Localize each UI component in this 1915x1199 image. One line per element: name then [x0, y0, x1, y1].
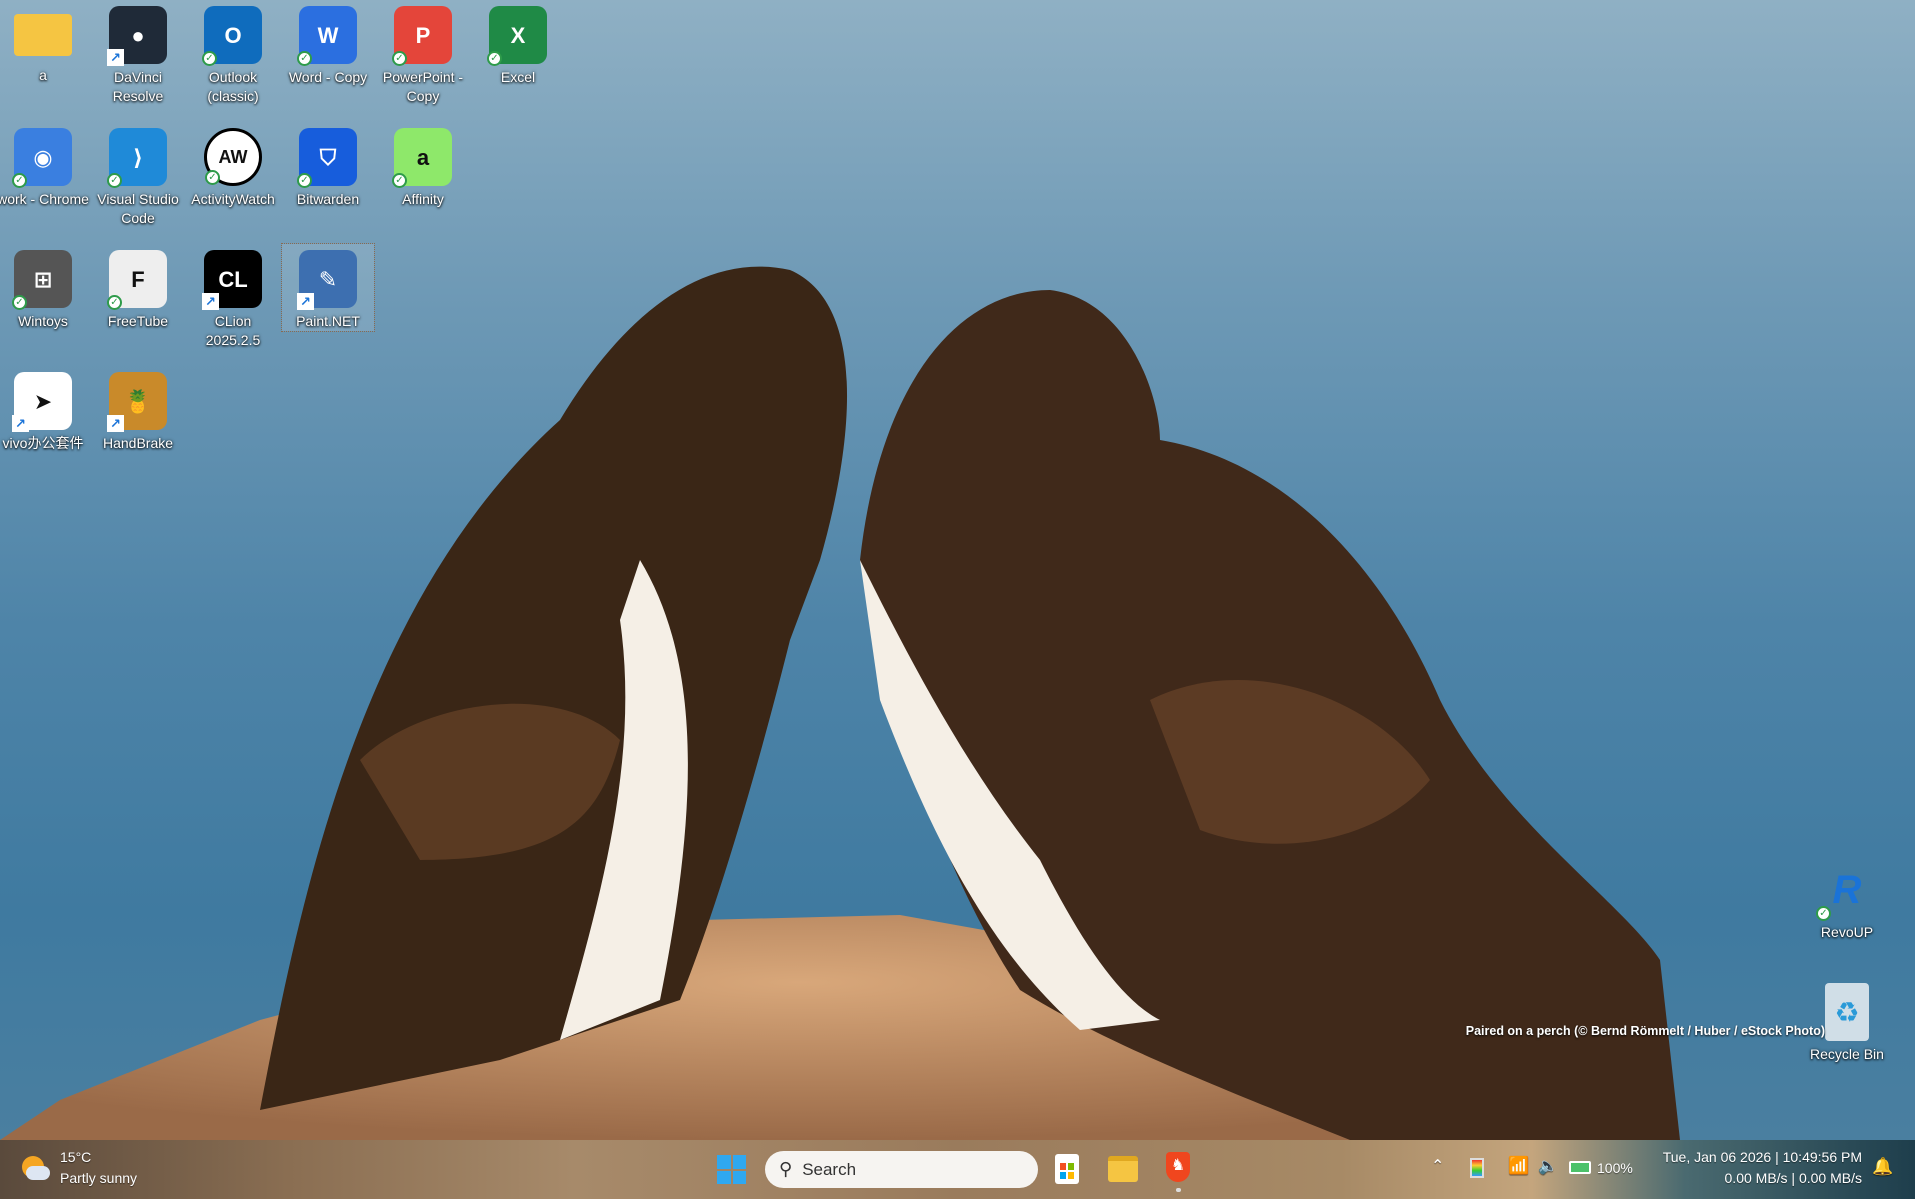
vscode-icon: ⟩ ✓	[107, 128, 167, 188]
desktop-icon-label: a	[39, 67, 47, 83]
desktop-icon-activitywatch[interactable]: AW ✓ ActivityWatch	[187, 122, 279, 209]
paintnet-icon: ✎ ↗	[297, 250, 357, 310]
word-icon: W ✓	[297, 6, 357, 66]
sync-check-icon: ✓	[487, 51, 502, 66]
taskbar: 15°C Partly sunny ⚲ Search ♞ ⌃ 📶 🔈 100% …	[0, 1140, 1915, 1199]
desktop-icon-label: RevoUP	[1820, 924, 1874, 940]
desktop: a ● ↗ DaVinci Resolve O ✓ Outlook (classic) W ✓ W…	[0, 0, 1915, 1140]
show-hidden-icons-chevron-icon[interactable]: ⌃	[1431, 1156, 1444, 1176]
desktop-icon-label: Recycle Bin	[1810, 1046, 1884, 1062]
wintoys-icon: ⊞ ✓	[12, 250, 72, 310]
freetube-icon: F ✓	[107, 250, 167, 310]
sync-check-icon: ✓	[12, 295, 27, 310]
shortcut-arrow-icon: ↗	[202, 293, 219, 310]
search-icon: ⚲	[779, 1159, 793, 1179]
desktop-icon-folder[interactable]: a	[0, 0, 89, 85]
weather-temp[interactable]: 15°C	[60, 1149, 91, 1165]
clion-icon: CL ↗	[202, 250, 262, 310]
desktop-icon-label: Excel	[500, 69, 536, 85]
affinity-icon: a ✓	[392, 128, 452, 188]
desktop-icon-label: vivo办公套件	[2, 435, 84, 451]
shortcut-arrow-icon: ↗	[107, 415, 124, 432]
desktop-icon-label: Bitwarden	[296, 191, 360, 207]
wallpaper-caption[interactable]: Paired on a perch (© Bernd Römmelt / Hub…	[1466, 1024, 1825, 1038]
desktop-icon-bitwarden[interactable]: ⛉ ✓ Bitwarden	[282, 122, 374, 209]
bitwarden-icon: ⛉ ✓	[297, 128, 357, 188]
desktop-icon-recycle-bin[interactable]: ♻ Recycle Bin	[1801, 977, 1893, 1064]
desktop-icon-wintoys[interactable]: ⊞ ✓ Wintoys	[0, 244, 89, 331]
chrome-icon: ◉ ✓	[12, 128, 72, 188]
excel-icon: X ✓	[487, 6, 547, 66]
desktop-icon-excel[interactable]: X ✓ Excel	[472, 0, 564, 87]
volume-icon[interactable]: 🔈	[1538, 1156, 1558, 1176]
desktop-icon-affinity[interactable]: a ✓ Affinity	[377, 122, 469, 209]
recycle-bin-icon: ♻	[1825, 983, 1869, 1041]
desktop-icon-davinci-resolve[interactable]: ● ↗ DaVinci Resolve	[92, 0, 184, 106]
desktop-icon-powerpoint[interactable]: P ✓ PowerPoint - Copy	[377, 0, 469, 106]
desktop-icon-label: DaVinci Resolve	[112, 69, 164, 104]
sync-check-icon: ✓	[392, 173, 407, 188]
search-placeholder: Search	[802, 1159, 857, 1179]
desktop-icon-revoup[interactable]: R ✓ RevoUP	[1801, 855, 1893, 942]
brave-browser-icon[interactable]: ♞	[1166, 1152, 1190, 1182]
start-button[interactable]	[717, 1155, 746, 1184]
desktop-icon-label: Wintoys	[18, 313, 68, 329]
microsoft-store-icon[interactable]	[1055, 1154, 1079, 1184]
network-speed[interactable]: 0.00 MB/s | 0.00 MB/s	[1725, 1170, 1862, 1186]
activitywatch-icon: AW ✓	[204, 128, 262, 186]
desktop-icon-chrome[interactable]: ◉ ✓ work - Chrome	[0, 122, 89, 209]
shortcut-arrow-icon: ↗	[297, 293, 314, 310]
sync-check-icon: ✓	[297, 173, 312, 188]
sync-check-icon: ✓	[12, 173, 27, 188]
desktop-icon-label: FreeTube	[107, 313, 169, 329]
revoup-icon: R ✓	[1816, 861, 1876, 921]
tray-app-icon[interactable]	[1470, 1158, 1484, 1178]
shortcut-arrow-icon: ↗	[12, 415, 29, 432]
vivo-office-icon: ➤ ↗	[12, 372, 72, 432]
desktop-icon-freetube[interactable]: F ✓ FreeTube	[92, 244, 184, 331]
desktop-icon-clion[interactable]: CL ↗ CLion 2025.2.5	[187, 244, 279, 350]
desktop-icon-outlook[interactable]: O ✓ Outlook (classic)	[187, 0, 279, 106]
sync-check-icon: ✓	[107, 295, 122, 310]
desktop-icon-label: HandBrake	[102, 435, 174, 451]
desktop-icon-label: Paint.NET	[296, 313, 360, 329]
desktop-icon-label: ActivityWatch	[191, 191, 275, 207]
desktop-icon-label: Visual Studio Code	[97, 191, 179, 226]
battery-icon[interactable]	[1569, 1161, 1591, 1174]
davinci-resolve-icon: ● ↗	[107, 6, 167, 66]
desktop-icon-vivo-office[interactable]: ➤ ↗ vivo办公套件	[0, 366, 89, 453]
sync-check-icon: ✓	[392, 51, 407, 66]
handbrake-icon: 🍍 ↗	[107, 372, 167, 432]
file-explorer-icon[interactable]	[1108, 1156, 1138, 1182]
folder-icon	[14, 14, 72, 56]
running-indicator	[1176, 1188, 1181, 1192]
powerpoint-icon: P ✓	[392, 6, 452, 66]
desktop-icon-handbrake[interactable]: 🍍 ↗ HandBrake	[92, 366, 184, 453]
weather-condition[interactable]: Partly sunny	[60, 1170, 137, 1186]
desktop-icon-vscode[interactable]: ⟩ ✓ Visual Studio Code	[92, 122, 184, 228]
sync-check-icon: ✓	[202, 51, 217, 66]
desktop-icon-label: Outlook (classic)	[207, 69, 259, 104]
desktop-icon-label: work - Chrome	[0, 191, 89, 207]
desktop-icon-label: Affinity	[402, 191, 444, 207]
clock-datetime[interactable]: Tue, Jan 06 2026 | 10:49:56 PM	[1663, 1149, 1862, 1165]
desktop-icon-label: PowerPoint - Copy	[382, 69, 464, 104]
desktop-icon-label: CLion 2025.2.5	[205, 313, 261, 348]
shortcut-arrow-icon: ↗	[107, 49, 124, 66]
desktop-icon-label: Word - Copy	[288, 69, 368, 85]
search-box[interactable]: ⚲ Search	[765, 1151, 1038, 1188]
outlook-icon: O ✓	[202, 6, 262, 66]
wifi-icon[interactable]: 📶	[1508, 1156, 1529, 1176]
weather-widget[interactable]	[20, 1154, 50, 1184]
desktop-icon-paintnet[interactable]: ✎ ↗ Paint.NET	[281, 243, 375, 332]
sync-check-icon: ✓	[205, 170, 220, 185]
sync-check-icon: ✓	[107, 173, 122, 188]
sync-check-icon: ✓	[297, 51, 312, 66]
battery-percent[interactable]: 100%	[1597, 1160, 1633, 1176]
desktop-icon-word[interactable]: W ✓ Word - Copy	[282, 0, 374, 87]
notification-bell-icon[interactable]: 🔔	[1872, 1157, 1893, 1177]
